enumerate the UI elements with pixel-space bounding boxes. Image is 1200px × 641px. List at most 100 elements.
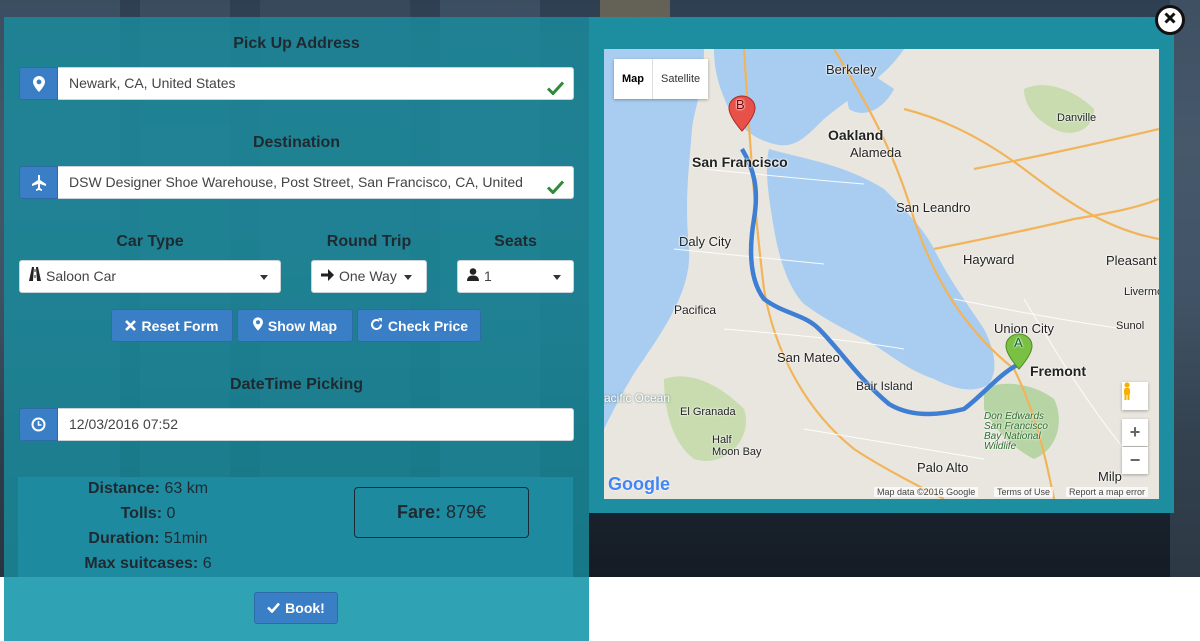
tolls-row: Tolls: 0 bbox=[18, 505, 278, 523]
city-san-mateo: San Mateo bbox=[777, 350, 840, 365]
route-map[interactable]: B A Berkeley Oakland Alameda San Francis… bbox=[604, 49, 1159, 499]
destination-label: Destination bbox=[252, 134, 341, 151]
arrow-right-icon bbox=[321, 261, 334, 292]
reset-form-button[interactable]: Reset Form bbox=[111, 309, 233, 342]
pickup-label: Pick Up Address bbox=[233, 35, 360, 52]
zoom-in-button[interactable]: + bbox=[1122, 419, 1148, 446]
duration-row: Duration: 51min bbox=[18, 530, 278, 548]
pacific-ocean-label: acific Ocean bbox=[604, 391, 671, 405]
book-bar: Book! bbox=[4, 577, 589, 641]
chevron-down-icon bbox=[553, 275, 561, 280]
show-map-button[interactable]: Show Map bbox=[237, 309, 353, 342]
destination-input[interactable]: DSW Designer Shoe Warehouse, Post Street… bbox=[58, 166, 574, 199]
city-san-francisco: San Francisco bbox=[692, 154, 788, 170]
location-pin-icon bbox=[19, 67, 58, 100]
map-type-map-button[interactable]: Map bbox=[614, 59, 653, 99]
road-icon bbox=[29, 261, 41, 292]
show-map-label: Show Map bbox=[267, 317, 338, 334]
car-type-select[interactable]: Saloon Car bbox=[19, 260, 281, 293]
user-icon bbox=[467, 261, 479, 292]
round-trip-select[interactable]: One Way bbox=[311, 260, 427, 293]
city-livermore: Livermo bbox=[1124, 286, 1159, 298]
datetime-label: DateTime Picking bbox=[229, 376, 364, 393]
book-label: Book! bbox=[285, 600, 325, 616]
city-hayward: Hayward bbox=[963, 252, 1015, 267]
distance-label: Distance: bbox=[87, 480, 160, 497]
city-sunol: Sunol bbox=[1116, 320, 1145, 332]
clock-icon bbox=[19, 408, 58, 441]
city-daly-city: Daly City bbox=[679, 234, 732, 249]
city-el-granada: El Granada bbox=[680, 406, 736, 418]
marker-b-label: B bbox=[736, 97, 745, 112]
checkmark-icon bbox=[267, 600, 281, 616]
report-map-error-link[interactable]: Report a map error bbox=[1066, 487, 1149, 497]
city-milpitas: Milp bbox=[1098, 469, 1122, 484]
datetime-input[interactable]: 12/03/2016 07:52 bbox=[58, 408, 574, 441]
seats-label: Seats bbox=[494, 233, 537, 250]
car-type-label: Car Type bbox=[116, 233, 184, 250]
city-oakland: Oakland bbox=[828, 127, 884, 143]
distance-row: Distance: 63 km bbox=[18, 480, 278, 498]
city-san-leandro: San Leandro bbox=[896, 200, 971, 215]
reset-form-label: Reset Form bbox=[141, 317, 219, 334]
map-panel: B A Berkeley Oakland Alameda San Francis… bbox=[589, 17, 1174, 513]
suitcases-row: Max suitcases: 6 bbox=[18, 555, 278, 573]
close-button[interactable] bbox=[1155, 5, 1185, 35]
car-type-value: Saloon Car bbox=[46, 268, 117, 284]
pegman-icon[interactable] bbox=[1122, 382, 1148, 410]
chevron-down-icon bbox=[260, 275, 268, 280]
round-trip-label: Round Trip bbox=[326, 233, 412, 250]
close-icon bbox=[125, 318, 137, 334]
destination-field: DSW Designer Shoe Warehouse, Post Street… bbox=[19, 166, 574, 199]
seats-select[interactable]: 1 bbox=[457, 260, 574, 293]
checkmark-icon bbox=[546, 174, 565, 198]
bair-island-label: Bair Island bbox=[856, 379, 913, 393]
city-fremont: Fremont bbox=[1030, 363, 1086, 379]
city-pleasanton: Pleasant bbox=[1106, 253, 1157, 268]
booking-form-panel: Pick Up Address Newark, CA, United State… bbox=[4, 17, 589, 577]
city-pacifica: Pacifica bbox=[674, 303, 717, 317]
distance-value: 63 km bbox=[164, 480, 209, 497]
seats-value: 1 bbox=[484, 268, 492, 284]
city-danville: Danville bbox=[1057, 112, 1097, 124]
refresh-icon bbox=[370, 317, 383, 334]
chevron-down-icon bbox=[404, 275, 412, 280]
suitcases-label: Max suitcases: bbox=[84, 555, 199, 572]
trip-summary: Distance: 63 km Tolls: 0 Duration: 51min… bbox=[18, 477, 573, 577]
duration-label: Duration: bbox=[88, 530, 160, 547]
don-edwards-label: Don Edwards San Francisco Bay National W… bbox=[984, 411, 1048, 452]
location-pin-icon bbox=[252, 317, 263, 334]
zoom-out-button[interactable]: − bbox=[1122, 447, 1148, 474]
book-button[interactable]: Book! bbox=[254, 592, 338, 624]
map-attribution: Map data ©2016 Google bbox=[874, 487, 979, 497]
pickup-input-value: Newark, CA, United States bbox=[69, 75, 236, 91]
round-trip-value: One Way bbox=[339, 268, 397, 284]
close-icon bbox=[1164, 11, 1176, 29]
datetime-field: 12/03/2016 07:52 bbox=[19, 408, 574, 441]
city-palo-alto: Palo Alto bbox=[917, 460, 969, 475]
google-logo: Google bbox=[608, 474, 670, 494]
terms-link[interactable]: Terms of Use bbox=[994, 487, 1054, 497]
tolls-label: Tolls: bbox=[120, 505, 163, 522]
destination-input-value: DSW Designer Shoe Warehouse, Post Street… bbox=[69, 174, 523, 190]
fare-box: Fare: 879€ bbox=[354, 487, 529, 538]
pickup-field: Newark, CA, United States bbox=[19, 67, 574, 100]
city-berkeley: Berkeley bbox=[826, 62, 877, 77]
airplane-icon bbox=[19, 166, 58, 199]
duration-value: 51min bbox=[163, 530, 208, 547]
fare-label: Fare: bbox=[396, 502, 441, 522]
datetime-input-value: 12/03/2016 07:52 bbox=[69, 416, 178, 432]
tolls-value: 0 bbox=[166, 505, 176, 522]
marker-a-label: A bbox=[1014, 335, 1023, 350]
pickup-input[interactable]: Newark, CA, United States bbox=[58, 67, 574, 100]
checkmark-icon bbox=[546, 75, 565, 99]
city-union-city: Union City bbox=[994, 321, 1054, 336]
check-price-button[interactable]: Check Price bbox=[357, 309, 481, 342]
city-half-moon-bay: Half Moon Bay bbox=[712, 434, 762, 458]
fare-value: 879€ bbox=[445, 502, 487, 522]
check-price-label: Check Price bbox=[387, 317, 469, 334]
city-alameda: Alameda bbox=[850, 145, 902, 160]
map-type-toggle: Map Satellite bbox=[614, 59, 709, 99]
map-type-satellite-button[interactable]: Satellite bbox=[653, 59, 708, 99]
suitcases-value: 6 bbox=[202, 555, 212, 572]
